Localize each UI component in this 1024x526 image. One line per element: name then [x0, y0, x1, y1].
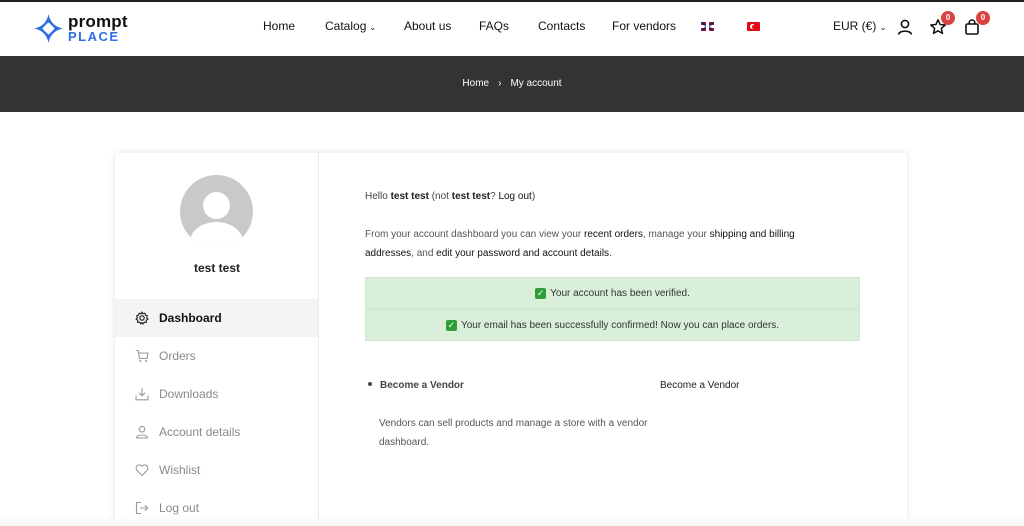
nav-faqs[interactable]: FAQs — [479, 19, 509, 33]
become-vendor-link[interactable]: Become a Vendor — [660, 380, 740, 391]
logo-mark-icon — [34, 14, 63, 43]
sidebar-item-label: Account details — [159, 425, 241, 439]
nav-catalog[interactable]: Catalog ⌄ — [325, 19, 376, 33]
heart-icon — [135, 463, 149, 477]
site-header: prompt PLACE Home Catalog ⌄ About us FAQs… — [0, 2, 1024, 56]
breadcrumb-current: My account — [510, 78, 562, 89]
cart-icon — [135, 349, 149, 363]
sidebar-item-label: Dashboard — [159, 311, 222, 325]
gear-icon — [135, 311, 149, 325]
sidebar-item-wishlist[interactable]: Wishlist — [115, 451, 318, 489]
nav-about[interactable]: About us — [404, 19, 451, 33]
nav-contacts[interactable]: Contacts — [538, 19, 585, 33]
user-icon — [135, 425, 149, 439]
sidebar-item-account-details[interactable]: Account details — [115, 413, 318, 451]
bullet-icon — [368, 382, 372, 387]
intro-text-1: From your account dashboard you can view… — [365, 229, 584, 240]
logout-link[interactable]: Log out — [498, 191, 531, 202]
currency-selector[interactable]: EUR (€) ⌄ — [833, 19, 886, 33]
user-icon[interactable] — [896, 18, 914, 36]
username: test test — [193, 261, 240, 275]
nav-for-vendors[interactable]: For vendors — [612, 19, 676, 33]
avatar — [180, 175, 253, 248]
wishlist-count-badge: 0 — [941, 11, 955, 25]
cart-count-badge: 0 — [976, 11, 990, 25]
notice-text: Your account has been verified. — [550, 287, 690, 299]
hello-prefix: Hello — [365, 191, 391, 202]
sidebar-item-downloads[interactable]: Downloads — [115, 375, 318, 413]
intro-text-3: , and — [411, 248, 437, 259]
currency-label: EUR (€) — [833, 19, 877, 33]
hello-mid: (not — [428, 191, 452, 202]
logout-icon — [135, 501, 149, 515]
notice-email-confirmed: ✓ Your email has been successfully confir… — [365, 309, 860, 341]
account-sidebar: test test Dashboard Orders Downloads Acc… — [115, 153, 319, 526]
chevron-down-icon: ⌄ — [369, 23, 377, 32]
dashboard-intro: From your account dashboard you can view… — [365, 225, 835, 263]
sidebar-item-label: Downloads — [159, 387, 219, 401]
site-logo[interactable]: prompt PLACE — [33, 12, 143, 46]
account-details-link[interactable]: edit your password and account details — [436, 248, 609, 259]
sidebar-item-label: Log out — [159, 501, 200, 515]
hello-username: test test — [390, 191, 429, 202]
notice-text: Your email has been successfully confirm… — [460, 319, 780, 331]
uk-flag-icon[interactable] — [701, 22, 714, 31]
turkey-flag-icon[interactable] — [747, 22, 760, 31]
download-icon — [135, 387, 149, 401]
hello-message: Hello test test (not test test? Log out) — [365, 191, 535, 202]
intro-text-4: . — [609, 248, 612, 259]
sidebar-item-dashboard[interactable]: Dashboard — [115, 299, 318, 337]
chevron-down-icon: ⌄ — [879, 23, 887, 32]
sidebar-item-orders[interactable]: Orders — [115, 337, 318, 375]
sidebar-item-label: Wishlist — [159, 463, 201, 477]
recent-orders-link[interactable]: recent orders — [584, 229, 643, 240]
check-icon: ✓ — [535, 287, 547, 299]
breadcrumb-home[interactable]: Home — [462, 78, 489, 89]
nav-home[interactable]: Home — [263, 19, 295, 33]
nav-catalog-label: Catalog — [325, 19, 367, 33]
page-bottom-shadow — [0, 516, 1024, 526]
page-banner: Home › My account — [0, 56, 1024, 112]
sidebar-item-label: Orders — [159, 349, 196, 363]
vendor-title: Become a Vendor — [380, 380, 464, 391]
breadcrumb: Home › My account — [0, 78, 1024, 89]
hello-end: ) — [531, 191, 536, 202]
check-icon: ✓ — [445, 319, 457, 331]
intro-text-2: , manage your — [642, 229, 710, 240]
hello-username-2: test test — [451, 191, 491, 202]
notice-account-verified: ✓ Your account has been verified. — [365, 277, 860, 309]
vendor-section-title: Become a Vendor — [368, 380, 464, 391]
breadcrumb-separator: › — [498, 78, 502, 89]
logo-text-place: PLACE — [68, 29, 120, 44]
vendor-description: Vendors can sell products and manage a s… — [379, 418, 648, 448]
account-panel: test test Dashboard Orders Downloads Acc… — [115, 153, 907, 526]
